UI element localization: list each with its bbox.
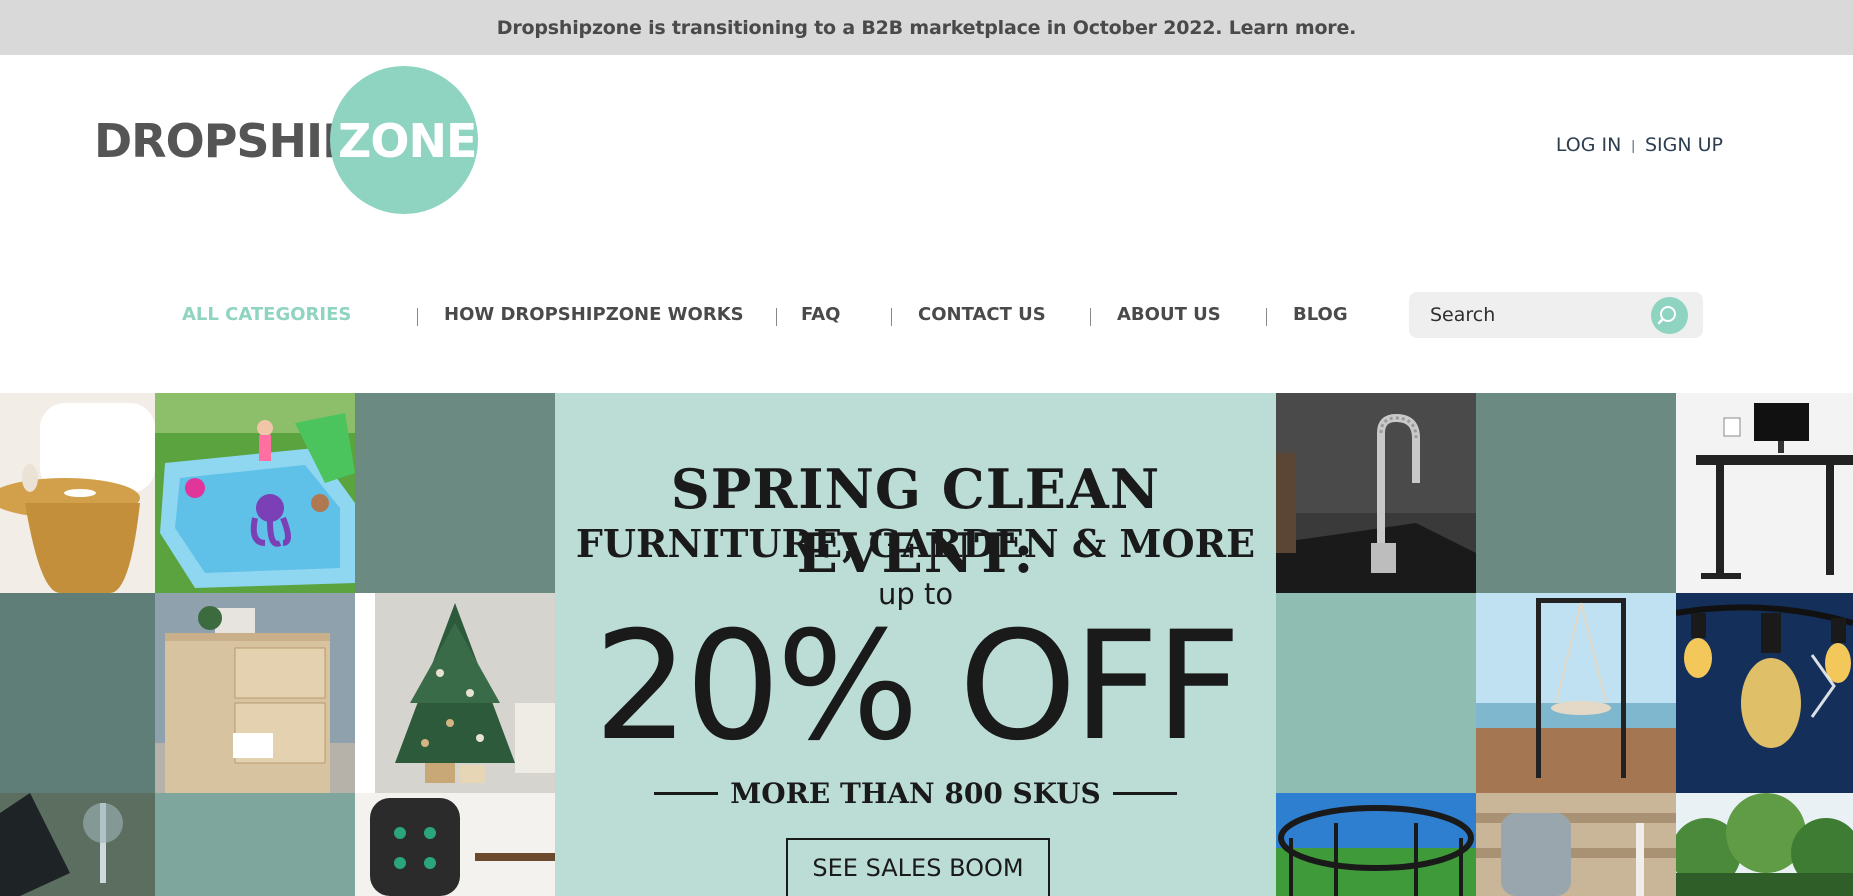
product-tile-mesh-chair: [1476, 793, 1676, 896]
nav-how-it-works[interactable]: HOW DROPSHIPZONE WORKS: [444, 304, 744, 325]
chevron-right-icon: [1810, 654, 1836, 718]
mesh-chair-image: [1476, 793, 1676, 896]
nav-blog[interactable]: BLOG: [1293, 304, 1348, 325]
search-button[interactable]: [1651, 297, 1688, 334]
color-tile: [355, 393, 555, 593]
product-tile-christmas-tree: [355, 593, 555, 793]
kitchen-faucet-image: [1276, 393, 1476, 593]
see-sales-label: SEE SALES BOOM: [812, 854, 1024, 882]
color-tile: [0, 593, 155, 793]
promo-subheadline: FURNITURE, GARDEN & MORE: [575, 521, 1256, 566]
promo-discount: 20% OFF: [593, 600, 1242, 774]
nav-all-categories[interactable]: ALL CATEGORIES: [182, 304, 351, 325]
hammock-chair-image: [1476, 593, 1676, 793]
trampoline-image: [1276, 793, 1476, 896]
see-sales-button[interactable]: SEE SALES BOOM: [786, 838, 1050, 896]
product-tile-inflatable-pool: [155, 393, 355, 593]
announcement-text[interactable]: Dropshipzone is transitioning to a B2B m…: [497, 17, 1357, 39]
color-tile: [1276, 593, 1476, 793]
announcement-bar[interactable]: Dropshipzone is transitioning to a B2B m…: [0, 0, 1853, 55]
product-tile-bedside-table: [155, 593, 355, 793]
nav-divider: [417, 308, 418, 326]
product-tile-trampoline: [1276, 793, 1476, 896]
search-input[interactable]: [1409, 292, 1649, 338]
office-chair-image: [355, 793, 555, 896]
product-tile-garden: [1676, 793, 1853, 896]
divider-line: [654, 792, 719, 795]
product-tile-standing-desk: [1676, 393, 1853, 593]
promo-sku-note: MORE THAN 800 SKUS: [730, 777, 1101, 810]
christmas-tree-image: [355, 593, 555, 793]
garden-image: [1676, 793, 1853, 896]
inflatable-pool-image: [155, 393, 355, 593]
product-tile-office-chair: [355, 793, 555, 896]
divider-line: [1112, 792, 1177, 795]
color-tile: [1476, 393, 1676, 593]
signup-link[interactable]: SIGN UP: [1645, 134, 1723, 156]
nav-divider: [1266, 308, 1267, 326]
promo-sku-line: MORE THAN 800 SKUS: [654, 777, 1177, 810]
side-table-image: [0, 393, 155, 593]
promo-banner[interactable]: SPRING CLEAN EVENT: FURNITURE, GARDEN & …: [0, 393, 1853, 896]
carousel-next-button[interactable]: [1808, 651, 1838, 726]
search-icon: [1657, 306, 1676, 325]
nav-contact-us[interactable]: CONTACT US: [918, 304, 1046, 325]
product-tile-kitchen-faucet: [1276, 393, 1476, 593]
nav-about-us[interactable]: ABOUT US: [1117, 304, 1221, 325]
auth-links: LOG IN | SIGN UP: [1556, 134, 1723, 156]
nav-divider: [1090, 308, 1091, 326]
search-box: [1409, 292, 1703, 338]
nav-divider: [891, 308, 892, 326]
standing-desk-image: [1676, 393, 1853, 593]
solar-fountain-image: [0, 793, 155, 896]
auth-separator: |: [1631, 137, 1635, 153]
product-tile-side-table: [0, 393, 155, 593]
product-tile-hammock-chair: [1476, 593, 1676, 793]
logo-zone: ZONE.: [338, 114, 494, 168]
promo-panel: SPRING CLEAN EVENT: FURNITURE, GARDEN & …: [555, 393, 1276, 896]
login-link[interactable]: LOG IN: [1556, 134, 1621, 156]
logo-word: DROPSHIP: [94, 114, 356, 168]
nav-divider: [776, 308, 777, 326]
color-tile: [155, 793, 355, 896]
nav-faq[interactable]: FAQ: [801, 304, 840, 325]
product-tile-solar-fountain: [0, 793, 155, 896]
site-logo[interactable]: DROPSHIP ZONE.: [94, 66, 494, 214]
bedside-table-image: [155, 593, 355, 793]
